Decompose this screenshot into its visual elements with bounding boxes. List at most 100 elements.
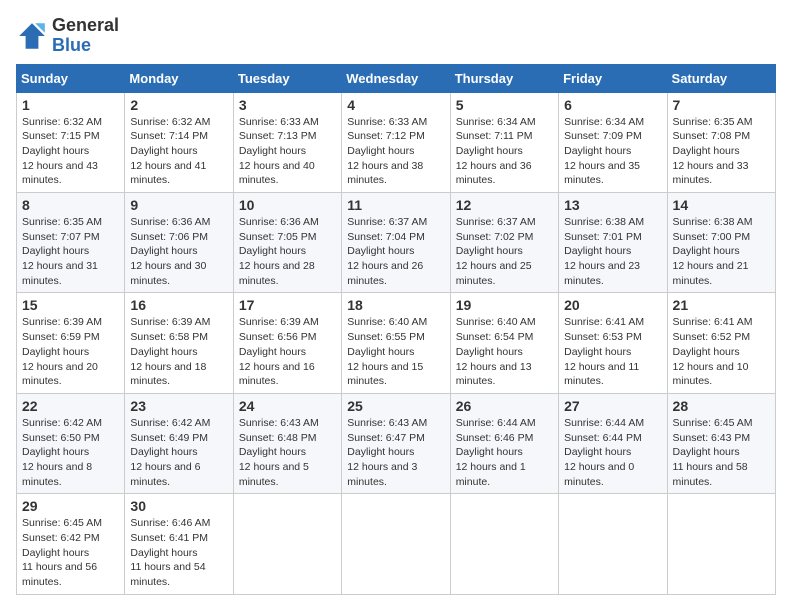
day-cell: 6 Sunrise: 6:34 AM Sunset: 7:09 PM Dayli… xyxy=(559,92,667,192)
day-number: 25 xyxy=(347,398,444,414)
day-cell: 26 Sunrise: 6:44 AM Sunset: 6:46 PM Dayl… xyxy=(450,393,558,493)
day-cell: 5 Sunrise: 6:34 AM Sunset: 7:11 PM Dayli… xyxy=(450,92,558,192)
day-number: 22 xyxy=(22,398,119,414)
col-header-monday: Monday xyxy=(125,64,233,92)
day-cell: 3 Sunrise: 6:33 AM Sunset: 7:13 PM Dayli… xyxy=(233,92,341,192)
day-cell xyxy=(342,494,450,594)
col-header-tuesday: Tuesday xyxy=(233,64,341,92)
day-cell: 1 Sunrise: 6:32 AM Sunset: 7:15 PM Dayli… xyxy=(17,92,125,192)
day-cell xyxy=(559,494,667,594)
day-number: 5 xyxy=(456,97,553,113)
day-info: Sunrise: 6:39 AM Sunset: 6:58 PM Dayligh… xyxy=(130,315,227,388)
day-cell xyxy=(450,494,558,594)
day-info: Sunrise: 6:45 AM Sunset: 6:43 PM Dayligh… xyxy=(673,416,770,489)
day-info: Sunrise: 6:40 AM Sunset: 6:54 PM Dayligh… xyxy=(456,315,553,388)
day-cell: 21 Sunrise: 6:41 AM Sunset: 6:52 PM Dayl… xyxy=(667,293,775,393)
day-cell: 15 Sunrise: 6:39 AM Sunset: 6:59 PM Dayl… xyxy=(17,293,125,393)
day-info: Sunrise: 6:44 AM Sunset: 6:44 PM Dayligh… xyxy=(564,416,661,489)
day-info: Sunrise: 6:44 AM Sunset: 6:46 PM Dayligh… xyxy=(456,416,553,489)
day-info: Sunrise: 6:39 AM Sunset: 6:59 PM Dayligh… xyxy=(22,315,119,388)
day-info: Sunrise: 6:39 AM Sunset: 6:56 PM Dayligh… xyxy=(239,315,336,388)
day-info: Sunrise: 6:37 AM Sunset: 7:02 PM Dayligh… xyxy=(456,215,553,288)
day-info: Sunrise: 6:42 AM Sunset: 6:50 PM Dayligh… xyxy=(22,416,119,489)
day-info: Sunrise: 6:32 AM Sunset: 7:14 PM Dayligh… xyxy=(130,115,227,188)
day-info: Sunrise: 6:43 AM Sunset: 6:48 PM Dayligh… xyxy=(239,416,336,489)
col-header-wednesday: Wednesday xyxy=(342,64,450,92)
day-info: Sunrise: 6:43 AM Sunset: 6:47 PM Dayligh… xyxy=(347,416,444,489)
day-cell: 10 Sunrise: 6:36 AM Sunset: 7:05 PM Dayl… xyxy=(233,193,341,293)
day-number: 20 xyxy=(564,297,661,313)
day-number: 30 xyxy=(130,498,227,514)
day-number: 4 xyxy=(347,97,444,113)
week-row-1: 1 Sunrise: 6:32 AM Sunset: 7:15 PM Dayli… xyxy=(17,92,776,192)
day-cell: 4 Sunrise: 6:33 AM Sunset: 7:12 PM Dayli… xyxy=(342,92,450,192)
day-info: Sunrise: 6:37 AM Sunset: 7:04 PM Dayligh… xyxy=(347,215,444,288)
day-number: 18 xyxy=(347,297,444,313)
day-number: 26 xyxy=(456,398,553,414)
day-number: 27 xyxy=(564,398,661,414)
logo-text: GeneralBlue xyxy=(52,16,119,56)
day-cell: 18 Sunrise: 6:40 AM Sunset: 6:55 PM Dayl… xyxy=(342,293,450,393)
day-cell: 24 Sunrise: 6:43 AM Sunset: 6:48 PM Dayl… xyxy=(233,393,341,493)
logo-blue: Blue xyxy=(52,35,91,55)
day-number: 3 xyxy=(239,97,336,113)
day-info: Sunrise: 6:38 AM Sunset: 7:01 PM Dayligh… xyxy=(564,215,661,288)
col-header-friday: Friday xyxy=(559,64,667,92)
day-number: 14 xyxy=(673,197,770,213)
week-row-3: 15 Sunrise: 6:39 AM Sunset: 6:59 PM Dayl… xyxy=(17,293,776,393)
day-number: 21 xyxy=(673,297,770,313)
page-header: GeneralBlue xyxy=(16,16,776,56)
day-cell: 8 Sunrise: 6:35 AM Sunset: 7:07 PM Dayli… xyxy=(17,193,125,293)
day-number: 7 xyxy=(673,97,770,113)
day-info: Sunrise: 6:41 AM Sunset: 6:52 PM Dayligh… xyxy=(673,315,770,388)
day-cell: 11 Sunrise: 6:37 AM Sunset: 7:04 PM Dayl… xyxy=(342,193,450,293)
day-cell xyxy=(667,494,775,594)
day-info: Sunrise: 6:38 AM Sunset: 7:00 PM Dayligh… xyxy=(673,215,770,288)
day-number: 29 xyxy=(22,498,119,514)
day-info: Sunrise: 6:46 AM Sunset: 6:41 PM Dayligh… xyxy=(130,516,227,589)
logo-icon xyxy=(16,20,48,52)
day-cell: 16 Sunrise: 6:39 AM Sunset: 6:58 PM Dayl… xyxy=(125,293,233,393)
day-number: 10 xyxy=(239,197,336,213)
calendar-header-row: SundayMondayTuesdayWednesdayThursdayFrid… xyxy=(17,64,776,92)
week-row-5: 29 Sunrise: 6:45 AM Sunset: 6:42 PM Dayl… xyxy=(17,494,776,594)
day-info: Sunrise: 6:45 AM Sunset: 6:42 PM Dayligh… xyxy=(22,516,119,589)
day-info: Sunrise: 6:32 AM Sunset: 7:15 PM Dayligh… xyxy=(22,115,119,188)
day-cell: 13 Sunrise: 6:38 AM Sunset: 7:01 PM Dayl… xyxy=(559,193,667,293)
col-header-thursday: Thursday xyxy=(450,64,558,92)
day-cell xyxy=(233,494,341,594)
week-row-2: 8 Sunrise: 6:35 AM Sunset: 7:07 PM Dayli… xyxy=(17,193,776,293)
day-cell: 27 Sunrise: 6:44 AM Sunset: 6:44 PM Dayl… xyxy=(559,393,667,493)
day-info: Sunrise: 6:34 AM Sunset: 7:09 PM Dayligh… xyxy=(564,115,661,188)
day-cell: 7 Sunrise: 6:35 AM Sunset: 7:08 PM Dayli… xyxy=(667,92,775,192)
day-number: 23 xyxy=(130,398,227,414)
day-info: Sunrise: 6:42 AM Sunset: 6:49 PM Dayligh… xyxy=(130,416,227,489)
day-number: 6 xyxy=(564,97,661,113)
day-cell: 14 Sunrise: 6:38 AM Sunset: 7:00 PM Dayl… xyxy=(667,193,775,293)
day-cell: 9 Sunrise: 6:36 AM Sunset: 7:06 PM Dayli… xyxy=(125,193,233,293)
day-info: Sunrise: 6:35 AM Sunset: 7:07 PM Dayligh… xyxy=(22,215,119,288)
day-cell: 12 Sunrise: 6:37 AM Sunset: 7:02 PM Dayl… xyxy=(450,193,558,293)
calendar-table: SundayMondayTuesdayWednesdayThursdayFrid… xyxy=(16,64,776,595)
day-info: Sunrise: 6:36 AM Sunset: 7:06 PM Dayligh… xyxy=(130,215,227,288)
day-cell: 30 Sunrise: 6:46 AM Sunset: 6:41 PM Dayl… xyxy=(125,494,233,594)
day-number: 12 xyxy=(456,197,553,213)
week-row-4: 22 Sunrise: 6:42 AM Sunset: 6:50 PM Dayl… xyxy=(17,393,776,493)
day-cell: 22 Sunrise: 6:42 AM Sunset: 6:50 PM Dayl… xyxy=(17,393,125,493)
day-info: Sunrise: 6:35 AM Sunset: 7:08 PM Dayligh… xyxy=(673,115,770,188)
day-number: 24 xyxy=(239,398,336,414)
day-cell: 25 Sunrise: 6:43 AM Sunset: 6:47 PM Dayl… xyxy=(342,393,450,493)
day-info: Sunrise: 6:33 AM Sunset: 7:12 PM Dayligh… xyxy=(347,115,444,188)
day-number: 15 xyxy=(22,297,119,313)
day-number: 17 xyxy=(239,297,336,313)
day-number: 19 xyxy=(456,297,553,313)
day-number: 2 xyxy=(130,97,227,113)
day-cell: 2 Sunrise: 6:32 AM Sunset: 7:14 PM Dayli… xyxy=(125,92,233,192)
col-header-sunday: Sunday xyxy=(17,64,125,92)
day-cell: 19 Sunrise: 6:40 AM Sunset: 6:54 PM Dayl… xyxy=(450,293,558,393)
day-info: Sunrise: 6:33 AM Sunset: 7:13 PM Dayligh… xyxy=(239,115,336,188)
day-number: 11 xyxy=(347,197,444,213)
day-cell: 20 Sunrise: 6:41 AM Sunset: 6:53 PM Dayl… xyxy=(559,293,667,393)
day-info: Sunrise: 6:36 AM Sunset: 7:05 PM Dayligh… xyxy=(239,215,336,288)
logo-general: General xyxy=(52,16,119,36)
